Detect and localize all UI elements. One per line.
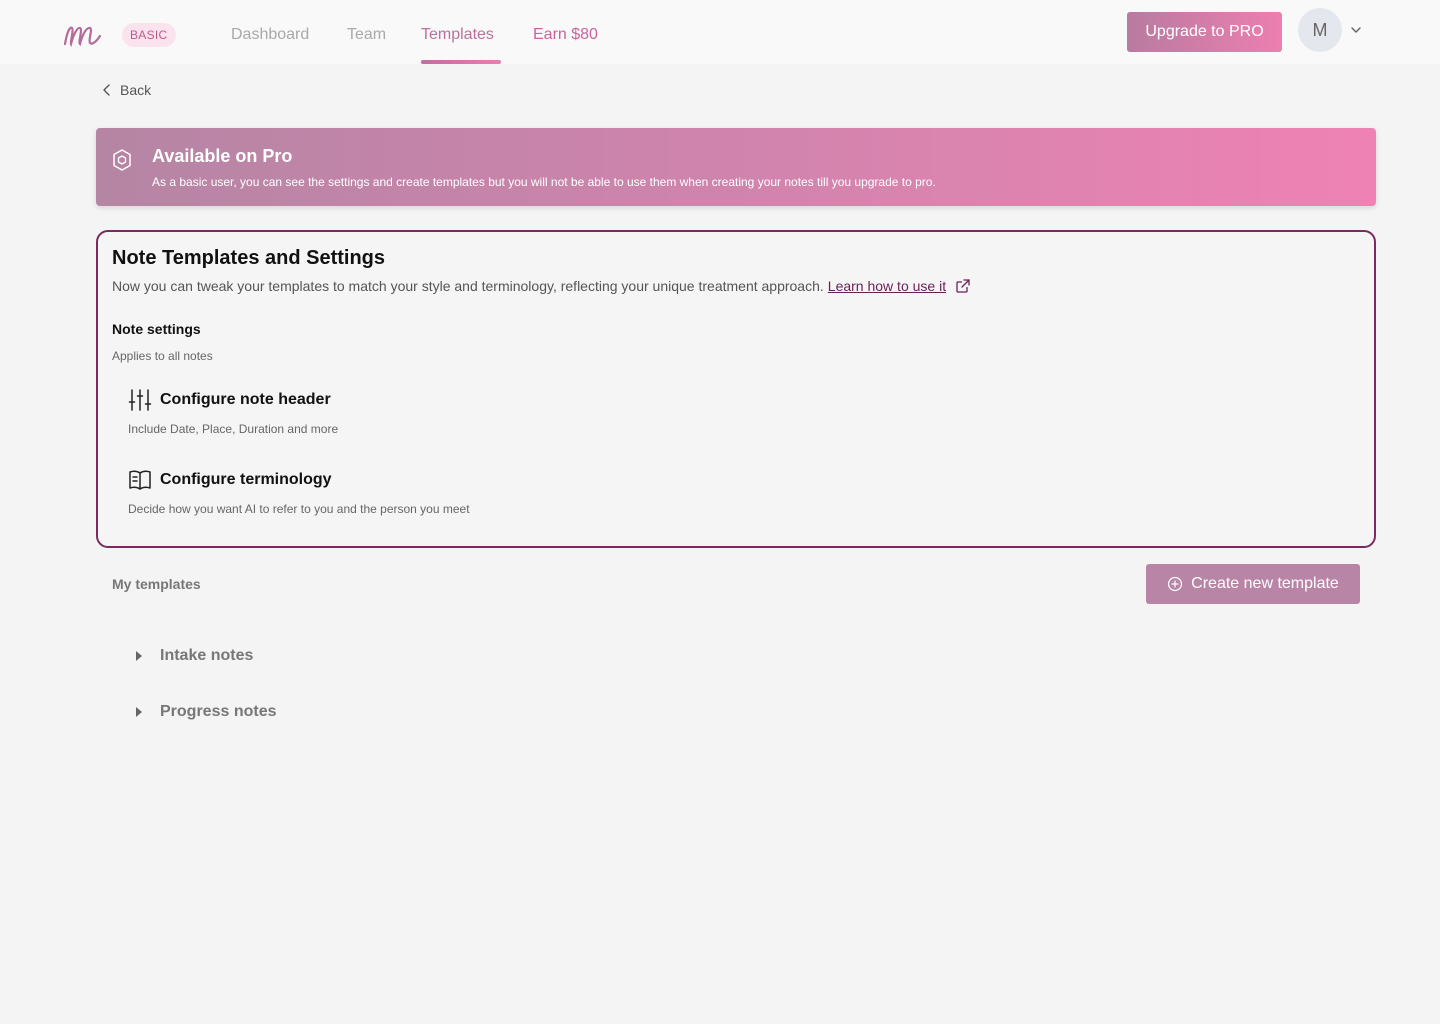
active-tab-indicator — [421, 60, 501, 64]
settings-description: Now you can tweak your templates to matc… — [112, 278, 824, 294]
caret-right-icon — [136, 651, 142, 661]
note-settings-card: Note Templates and Settings Now you can … — [96, 230, 1376, 548]
create-template-label: Create new template — [1191, 575, 1339, 592]
caret-right-icon — [136, 707, 142, 717]
plus-circle-icon — [1168, 576, 1183, 592]
configure-terminology-label: Configure terminology — [160, 471, 332, 488]
template-group-label: Intake notes — [160, 647, 254, 664]
configure-note-header[interactable]: Configure note header Include Date, Plac… — [128, 388, 338, 436]
template-group-label: Progress notes — [160, 703, 277, 720]
tab-earn[interactable]: Earn $80 — [533, 26, 598, 44]
badge-icon — [113, 149, 131, 171]
tab-team[interactable]: Team — [347, 26, 386, 44]
tab-dashboard[interactable]: Dashboard — [231, 26, 309, 44]
chevron-down-icon[interactable] — [1348, 22, 1364, 38]
upgrade-button[interactable]: Upgrade to PRO — [1127, 12, 1282, 52]
pro-banner-text: As a basic user, you can see the setting… — [152, 175, 936, 189]
plan-badge: BASIC — [122, 23, 176, 47]
template-group-progress[interactable]: Progress notes — [130, 700, 276, 724]
avatar[interactable]: M — [1298, 8, 1342, 52]
tab-templates[interactable]: Templates — [421, 26, 494, 44]
chevron-left-icon — [103, 84, 110, 96]
sliders-icon — [128, 389, 152, 411]
my-templates-heading: My templates — [112, 576, 201, 592]
external-link-icon[interactable] — [955, 278, 971, 294]
page-title: Note Templates and Settings — [112, 247, 386, 269]
book-icon — [129, 470, 151, 490]
configure-terminology[interactable]: Configure terminology Decide how you wan… — [128, 468, 470, 516]
back-label: Back — [120, 82, 152, 98]
configure-note-header-sub: Include Date, Place, Duration and more — [128, 422, 339, 436]
back-link[interactable]: Back — [100, 80, 151, 100]
configure-terminology-sub: Decide how you want AI to refer to you a… — [128, 502, 470, 516]
top-navbar: BASIC Dashboard Team Templates Earn $80 … — [0, 0, 1440, 64]
note-settings-subtext: Applies to all notes — [112, 349, 213, 363]
pro-banner-title: Available on Pro — [152, 146, 293, 166]
pro-banner: Available on Pro As a basic user, you ca… — [96, 128, 1376, 206]
note-settings-heading: Note settings — [112, 321, 201, 337]
configure-note-header-label: Configure note header — [160, 391, 331, 408]
create-template-button[interactable]: Create new template — [1146, 564, 1360, 604]
template-group-intake[interactable]: Intake notes — [130, 644, 253, 668]
learn-how-link[interactable]: Learn how to use it — [828, 278, 946, 294]
brand-logo[interactable] — [62, 18, 108, 50]
settings-description-row: Now you can tweak your templates to matc… — [112, 278, 971, 294]
